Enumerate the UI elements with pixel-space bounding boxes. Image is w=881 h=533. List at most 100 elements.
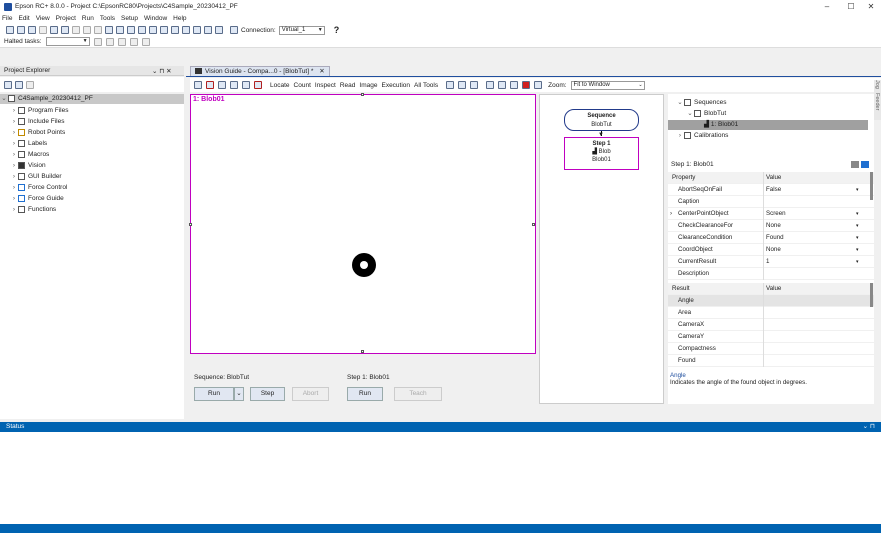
resize-handle[interactable]	[532, 223, 535, 226]
menu-help[interactable]: Help	[173, 14, 186, 24]
grid-icon[interactable]	[534, 81, 543, 89]
result-row[interactable]: CameraY	[668, 331, 874, 343]
new-step-icon[interactable]	[218, 81, 226, 89]
robot-manager-icon[interactable]	[105, 26, 113, 34]
task-manager-icon[interactable]	[138, 26, 146, 34]
open-project-icon[interactable]	[28, 26, 36, 34]
minimize-button[interactable]: –	[820, 1, 834, 13]
copy-step-icon[interactable]	[242, 81, 250, 89]
tree-item-functions[interactable]: › Functions	[0, 205, 184, 215]
save-icon[interactable]	[39, 26, 47, 34]
save-all-icon[interactable]	[50, 26, 58, 34]
chevron-down-icon[interactable]: ▾	[856, 184, 859, 196]
property-row[interactable]: CoordObject None ▾	[668, 244, 874, 256]
teach-button[interactable]: Teach	[394, 387, 442, 401]
menu-edit[interactable]: Edit	[18, 14, 29, 24]
graphics-icon[interactable]	[498, 81, 507, 89]
menu-setup[interactable]: Setup	[121, 14, 138, 24]
zoom-select[interactable]: Fit to Window ⌄	[570, 80, 645, 90]
property-row[interactable]: Caption	[668, 196, 874, 208]
step-button[interactable]: Step	[250, 387, 285, 401]
connection-select[interactable]: Virtual_1 ▼	[278, 25, 325, 35]
window-layout-icon[interactable]	[446, 81, 455, 89]
chevron-down-icon[interactable]: ▾	[856, 232, 859, 244]
tree-item-force-control[interactable]: › Force Control	[0, 183, 184, 193]
categorized-icon[interactable]	[851, 161, 859, 168]
help-icon[interactable]: ?	[334, 25, 340, 35]
step-node[interactable]: Step 1 ▟ Blob Blob01	[564, 137, 639, 170]
property-row[interactable]: › CenterPointObject Screen ▾	[668, 208, 874, 220]
tool-all-tools[interactable]: All Tools	[414, 82, 438, 89]
simulator-icon[interactable]	[182, 26, 190, 34]
tree-item-macros[interactable]: › Macros	[0, 150, 184, 160]
run-step-button[interactable]: Run	[347, 387, 383, 401]
uncomment-icon[interactable]	[129, 37, 138, 46]
tool-read[interactable]: Read	[340, 82, 356, 89]
tree-item-program-files[interactable]: › Program Files	[0, 106, 184, 116]
sequence-node[interactable]: Sequence BlobTut	[564, 109, 639, 131]
command-window-icon[interactable]	[149, 26, 157, 34]
status-controls[interactable]: ⌄ ⊓	[863, 422, 875, 432]
tab-vision-guide[interactable]: Vision Guide - Compa...0 - [BlobTut] * ✕	[190, 66, 330, 76]
property-row[interactable]: CheckClearanceFor None ▾	[668, 220, 874, 232]
alphabetical-icon[interactable]	[861, 161, 869, 168]
tool-count[interactable]: Count	[294, 82, 311, 89]
property-row[interactable]: Description	[668, 268, 874, 280]
tool-locate[interactable]: Locate	[270, 82, 290, 89]
property-row[interactable]: CurrentResult 1 ▾	[668, 256, 874, 268]
histogram-icon[interactable]	[458, 81, 467, 89]
close-tab-icon[interactable]: ✕	[319, 68, 324, 75]
tree-item-vision[interactable]: › Vision	[0, 161, 184, 171]
open-icon[interactable]	[17, 26, 25, 34]
tree-item-gui-builder[interactable]: › GUI Builder	[0, 172, 184, 182]
chevron-down-icon[interactable]: ▾	[856, 208, 859, 220]
cut-icon[interactable]	[72, 26, 80, 34]
resize-handle[interactable]	[189, 223, 192, 226]
comment-icon[interactable]	[117, 37, 126, 46]
property-row[interactable]: AbortSeqOnFail False ▾	[668, 184, 874, 196]
outdent-icon[interactable]	[105, 37, 114, 46]
paste-icon[interactable]	[94, 26, 102, 34]
bookmark-icon[interactable]	[141, 37, 150, 46]
collapse-icon[interactable]	[15, 80, 23, 89]
tool-execution[interactable]: Execution	[381, 82, 410, 89]
delete-sequence-icon[interactable]	[206, 81, 214, 89]
side-tab-jog[interactable]: Jog	[874, 80, 880, 89]
io-label-icon[interactable]	[160, 26, 168, 34]
menu-file[interactable]: File	[2, 14, 12, 24]
force-guide-icon[interactable]	[204, 26, 212, 34]
result-row[interactable]: Compactness	[668, 343, 874, 355]
resize-handle[interactable]	[361, 93, 364, 96]
tree-sequences[interactable]: ⌄ Sequences	[668, 98, 868, 108]
chevron-down-icon[interactable]: ▾	[856, 220, 859, 232]
tree-item-robot-points[interactable]: › Robot Points	[0, 128, 184, 138]
side-tab-feeder[interactable]: Feeder	[874, 93, 880, 110]
properties-icon[interactable]	[26, 80, 34, 89]
sync-icon[interactable]	[4, 80, 12, 89]
result-row[interactable]: Found	[668, 355, 874, 367]
chevron-down-icon[interactable]: ▾	[856, 244, 859, 256]
run-sequence-button[interactable]: Run	[194, 387, 234, 401]
menu-project[interactable]: Project	[56, 14, 76, 24]
tool-inspect[interactable]: Inspect	[315, 82, 336, 89]
statistics-icon[interactable]	[470, 81, 479, 89]
model-window-icon[interactable]	[486, 81, 495, 89]
run-options-dropdown[interactable]: ⌄	[234, 387, 244, 401]
indent-icon[interactable]	[93, 37, 102, 46]
maximize-button[interactable]: ☐	[844, 1, 858, 13]
image-canvas[interactable]: 1: Blob01	[189, 93, 536, 354]
result-row[interactable]: Area	[668, 307, 874, 319]
close-button[interactable]: ✕	[864, 1, 878, 13]
tree-blob01[interactable]: ▟ 1: Blob01	[668, 120, 868, 130]
result-scrollbar[interactable]	[870, 283, 873, 307]
tree-blobtut[interactable]: ⌄ BlobTut	[668, 109, 868, 119]
result-row-selected[interactable]: Angle	[668, 295, 874, 307]
tool-image[interactable]: Image	[359, 82, 377, 89]
new-sequence-icon[interactable]	[194, 81, 202, 89]
copy-icon[interactable]	[83, 26, 91, 34]
halted-tasks-select[interactable]: ▼	[45, 37, 90, 46]
chevron-down-icon[interactable]: ▾	[856, 256, 859, 268]
camera-view-icon[interactable]	[510, 81, 519, 89]
abort-button[interactable]: Abort	[292, 387, 329, 401]
delete-object-icon[interactable]	[254, 81, 262, 89]
